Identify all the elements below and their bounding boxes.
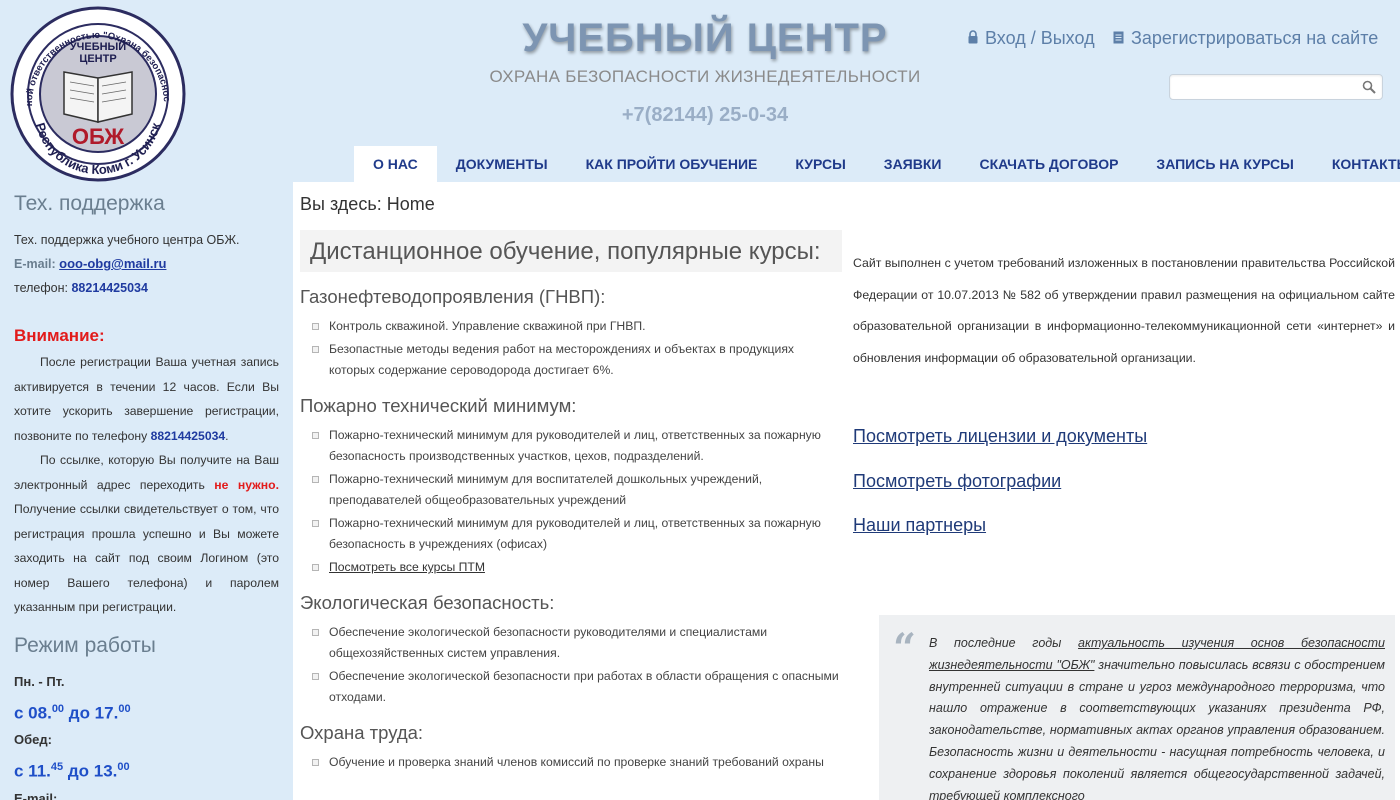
main-nav: О нас Документы Как пройти обучение Курс…: [354, 146, 1400, 182]
lunch-mid: до 13.: [63, 761, 118, 781]
support-email-line: E-mail: ooo-obg@mail.ru: [14, 252, 279, 276]
nav-item-documents[interactable]: Документы: [437, 146, 567, 182]
site-header: Общество с ограниченной ответственностью…: [0, 0, 1400, 182]
registration-note-phone: 88214425034: [150, 428, 226, 443]
course-list-ecology: Обеспечение экологической безопасности р…: [300, 622, 842, 708]
register-label: Зарегистрироваться на сайте: [1131, 28, 1379, 48]
list-item[interactable]: Пожарно-технический минимум для руководи…: [310, 425, 842, 467]
work-from-min: 00: [51, 702, 65, 715]
phone-label: телефон:: [14, 281, 68, 295]
list-item[interactable]: Безопастные методы ведения работ на мест…: [310, 339, 842, 381]
support-phone-line: телефон: 88214425034: [14, 276, 279, 300]
quote-rest: значительно повысилась всвязи с обострен…: [929, 657, 1385, 800]
login-label: Вход / Выход: [985, 28, 1095, 48]
lunch-label: Обед:: [14, 732, 52, 748]
list-item[interactable]: Обеспечение экологической безопасности р…: [310, 622, 842, 664]
link-note-rest: Получение ссылки свидетельствует о том, …: [14, 502, 279, 614]
login-link[interactable]: Вход / Выход: [968, 28, 1095, 49]
page-title: Дистанционное обучение, популярные курсы…: [300, 230, 842, 272]
lock-icon: [968, 28, 978, 49]
list-item[interactable]: Пожарно-технический минимум для руководи…: [310, 513, 842, 555]
search-box: [1169, 74, 1383, 100]
legal-notice: Сайт выполнен с учетом требований изложе…: [853, 256, 1395, 365]
support-heading: Тех. поддержка: [14, 192, 165, 215]
course-list-fire: Пожарно-технический минимум для руководи…: [300, 425, 842, 578]
work-hours: с 08.00 до 17.00: [14, 694, 279, 729]
registration-note: После регистрации Ваша учетная запись ак…: [14, 350, 279, 448]
list-item[interactable]: Обеспечение экологической безопасности п…: [310, 666, 842, 708]
link-note: По ссылке, которую Вы получите на Ваш эл…: [14, 448, 279, 620]
work-to-min: 00: [118, 702, 131, 715]
support-text: Тех. поддержка учебного центра ОБЖ.: [14, 233, 240, 247]
logo-inner-bottom: ОБЖ: [72, 124, 124, 149]
site-logo[interactable]: Общество с ограниченной ответственностью…: [4, 0, 188, 182]
course-list-gnvp: Контроль скважиной. Управление скважиной…: [300, 316, 842, 381]
quote-icon: “: [893, 625, 917, 672]
category-heading-labor: Охрана труда:: [300, 722, 424, 743]
search-icon[interactable]: [1362, 80, 1376, 99]
nav-item-about[interactable]: О нас: [354, 146, 437, 182]
book-icon: [63, 71, 133, 123]
lunch-from-min: 45: [50, 761, 64, 774]
quote-text: В последние годы актуальность изучения о…: [929, 633, 1385, 800]
attention-heading: Внимание:: [14, 326, 105, 345]
link-note-warning: не нужно.: [214, 477, 279, 492]
category-heading-fire: Пожарно технический минимум:: [300, 395, 577, 416]
email-label: E-mail:: [14, 257, 56, 271]
list-item[interactable]: Контроль скважиной. Управление скважиной…: [310, 316, 842, 337]
register-link[interactable]: Зарегистрироваться на сайте: [1113, 28, 1378, 49]
quote-start: В последние годы: [929, 636, 1079, 650]
work-mid: до 17.: [64, 703, 119, 723]
nav-item-download-contract[interactable]: Скачать договор: [960, 146, 1137, 182]
category-heading-ecology: Экологическая безопасность:: [300, 592, 555, 613]
quote-box: “ В последние годы актуальность изучения…: [879, 615, 1395, 800]
nav-item-enroll[interactable]: Запись на курсы: [1137, 146, 1312, 182]
photos-link[interactable]: Посмотреть фотографии: [853, 471, 1061, 492]
nav-item-courses[interactable]: Курсы: [776, 146, 864, 182]
nav-item-contacts[interactable]: Контакты: [1313, 146, 1400, 182]
search-input[interactable]: [1170, 75, 1354, 99]
work-from: с 08.: [14, 703, 52, 723]
site-phone: +7(82144) 25-0-34: [621, 104, 789, 126]
logo-inner-top2: ЦЕНТР: [79, 53, 116, 65]
sidebar: Тех. поддержка Тех. поддержка учебного ц…: [0, 182, 293, 800]
licenses-link[interactable]: Посмотреть лицензии и документы: [853, 426, 1147, 447]
course-list-labor: Обучение и проверка знаний членов комисс…: [300, 752, 842, 773]
email-label-2: E-mail:: [14, 790, 58, 800]
site-subtitle: ОХРАНА БЕЗОПАСНОСТИ ЖИЗНЕДЕЯТЕЛЬНОСТИ: [489, 67, 921, 86]
nav-item-requests[interactable]: Заявки: [865, 146, 961, 182]
registration-note-text: После регистрации Ваша учетная запись ак…: [14, 355, 279, 443]
site-title[interactable]: УЧЕБНЫЙ ЦЕНТР: [400, 16, 1010, 61]
partners-link[interactable]: Наши партнеры: [853, 515, 986, 536]
lunch-to-min: 00: [117, 761, 130, 774]
document-icon: [1113, 28, 1124, 49]
list-item-more: Посмотреть все курсы ПТМ: [310, 557, 842, 578]
list-item[interactable]: Обучение и проверка знаний членов комисс…: [310, 752, 842, 773]
work-days-label: Пн. - Пт.: [14, 673, 65, 689]
support-email-link[interactable]: ooo-obg@mail.ru: [59, 256, 166, 271]
category-heading-gnvp: Газонефтеводопроявления (ГНВП):: [300, 286, 606, 307]
nav-item-how-to-study[interactable]: Как пройти обучение: [567, 146, 777, 182]
main-content: Дистанционное обучение, популярные курсы…: [300, 230, 842, 775]
list-item[interactable]: Пожарно-технический минимум для воспитат…: [310, 469, 842, 511]
support-phone: 88214425034: [71, 281, 148, 295]
logo-inner-top1: УЧЕБНЫЙ: [70, 40, 127, 53]
registration-note-end: .: [225, 428, 229, 443]
lunch-from: с 11.: [14, 761, 51, 781]
all-fire-courses-link[interactable]: Посмотреть все курсы ПТМ: [329, 560, 485, 574]
breadcrumb: Вы здесь: Home: [300, 194, 435, 214]
work-hours-heading: Режим работы: [14, 633, 156, 657]
lunch-hours: с 11.45 до 13.00: [14, 752, 279, 787]
